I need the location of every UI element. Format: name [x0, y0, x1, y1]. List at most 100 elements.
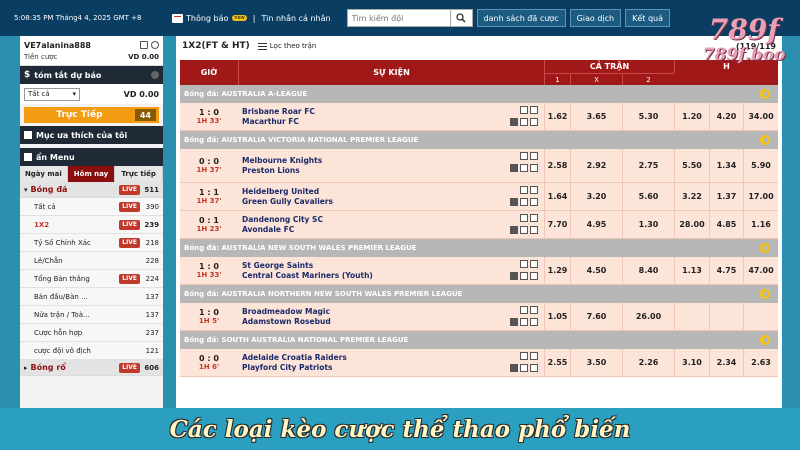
odds-cell[interactable]: 4.95 — [570, 211, 622, 238]
live-button[interactable]: Trực Tiếp 44 — [24, 107, 159, 123]
menu-header[interactable]: ẩn Menu — [20, 148, 163, 166]
odds-cell[interactable]: 17.00 — [743, 183, 778, 210]
tab-live[interactable]: Trực tiếp — [115, 166, 164, 182]
home-team[interactable]: Brisbane Roar FC — [242, 107, 315, 117]
home-team[interactable]: Melbourne Knights — [242, 156, 322, 166]
away-team[interactable]: Macarthur FC — [242, 117, 315, 127]
odds-cell[interactable]: 3.10 — [674, 349, 709, 376]
stats-icon[interactable] — [520, 186, 528, 194]
odds-cell[interactable]: 7.60 — [570, 303, 622, 330]
odds-cell[interactable]: 47.00 — [743, 257, 778, 284]
odds-cell[interactable]: 2.92 — [570, 149, 622, 182]
stats-icon[interactable] — [520, 106, 528, 114]
odds-cell[interactable]: 1.29 — [544, 257, 570, 284]
favorites-header[interactable]: Mục ưa thích của tôi — [20, 126, 163, 144]
tab-tomorrow[interactable]: Ngày mai — [20, 166, 68, 182]
odds-cell[interactable]: 1.16 — [743, 211, 778, 238]
odds-cell[interactable]: 26.00 — [622, 303, 674, 330]
market-1x2[interactable]: 1X2 LIVE 239 — [20, 216, 163, 234]
odds-cell[interactable]: 4.50 — [570, 257, 622, 284]
stats-icon[interactable] — [520, 352, 528, 360]
chart-icon[interactable] — [520, 198, 528, 206]
live-stats-icon[interactable] — [510, 364, 518, 372]
more-markets-icon[interactable] — [530, 198, 538, 206]
stats-icon[interactable] — [520, 306, 528, 314]
market-outright[interactable]: cược đội vô địch 121 — [20, 342, 163, 360]
odds-cell[interactable]: 4.20 — [709, 103, 743, 130]
away-team[interactable]: Preston Lions — [242, 166, 322, 176]
away-team[interactable]: Avondale FC — [242, 225, 323, 235]
transactions-button[interactable]: Giao dịch — [569, 9, 622, 27]
odds-cell[interactable]: 1.64 — [544, 183, 570, 210]
refresh-league-icon[interactable] — [760, 135, 770, 145]
odds-cell[interactable]: 5.90 — [743, 149, 778, 182]
home-team[interactable]: St George Saints — [242, 261, 373, 271]
odds-cell[interactable]: 3.22 — [674, 183, 709, 210]
odds-cell[interactable]: 3.50 — [570, 349, 622, 376]
more-markets-icon[interactable] — [530, 272, 538, 280]
home-team[interactable]: Dandenong City SC — [242, 215, 323, 225]
live-stats-icon[interactable] — [510, 198, 518, 206]
stats-icon[interactable] — [520, 152, 528, 160]
more-markets-icon[interactable] — [530, 118, 538, 126]
odds-cell[interactable]: 7.70 — [544, 211, 570, 238]
odds-cell[interactable]: 4.85 — [709, 211, 743, 238]
live-stats-icon[interactable] — [510, 318, 518, 326]
odds-cell[interactable]: 2.63 — [743, 349, 778, 376]
odds-cell[interactable]: 1.62 — [544, 103, 570, 130]
chart-icon[interactable] — [520, 318, 528, 326]
odds-cell[interactable]: 1.13 — [674, 257, 709, 284]
match-filter[interactable]: Lọc theo trận — [257, 42, 316, 50]
messages-link[interactable]: Tin nhắn cá nhân — [261, 14, 330, 23]
tv-icon[interactable] — [530, 106, 538, 114]
market-total-goals[interactable]: Tổng Bàn thắng LIVE 224 — [20, 270, 163, 288]
odds-cell[interactable]: 3.20 — [570, 183, 622, 210]
notice-link[interactable]: Thông báo new | Tin nhắn cá nhân — [172, 13, 331, 23]
tv-icon[interactable] — [530, 306, 538, 314]
search-button[interactable] — [450, 9, 473, 27]
odds-cell[interactable]: 2.58 — [544, 149, 570, 182]
more-markets-icon[interactable] — [530, 318, 538, 326]
tv-icon[interactable] — [530, 152, 538, 160]
chart-icon[interactable] — [520, 272, 528, 280]
chart-icon[interactable] — [520, 118, 528, 126]
chart-icon[interactable] — [520, 226, 528, 234]
market-parlay[interactable]: Cược hỗn hợp 237 — [20, 324, 163, 342]
sport-football[interactable]: ▾ Bóng đá LIVE 511 — [20, 182, 163, 198]
refresh-league-icon[interactable] — [760, 335, 770, 345]
away-team[interactable]: Playford City Patriots — [242, 363, 347, 373]
refresh-league-icon[interactable] — [760, 89, 770, 99]
odds-cell[interactable]: 4.75 — [709, 257, 743, 284]
market-correct-score[interactable]: Tỷ Số Chính Xác LIVE 218 — [20, 234, 163, 252]
away-team[interactable]: Central Coast Mariners (Youth) — [242, 271, 373, 281]
chart-icon[interactable] — [520, 364, 528, 372]
sport-basketball[interactable]: ▸ Bóng rổ LIVE 606 — [20, 360, 163, 376]
stats-icon[interactable] — [520, 214, 528, 222]
odds-cell[interactable]: 34.00 — [743, 103, 778, 130]
live-stats-icon[interactable] — [510, 226, 518, 234]
home-team[interactable]: Broadmeadow Magic — [242, 307, 331, 317]
results-button[interactable]: Kết quả — [625, 9, 671, 27]
market-odd-even[interactable]: Lẻ/Chẵn 228 — [20, 252, 163, 270]
tv-icon[interactable] — [530, 352, 538, 360]
tv-icon[interactable] — [530, 214, 538, 222]
bet-list-button[interactable]: danh sách đã cược — [476, 9, 566, 27]
search-input[interactable] — [346, 9, 451, 27]
more-markets-icon[interactable] — [530, 164, 538, 172]
chart-icon[interactable] — [520, 164, 528, 172]
away-team[interactable]: Adamstown Rosebud — [242, 317, 331, 327]
bet-filter-select[interactable]: Tất cả ▾ — [24, 87, 80, 101]
odds-cell[interactable]: 2.55 — [544, 349, 570, 376]
tv-icon[interactable] — [530, 186, 538, 194]
away-team[interactable]: Green Gully Cavaliers — [242, 197, 333, 207]
market-half-full[interactable]: Nửa trận / Toà... 137 — [20, 306, 163, 324]
stats-icon[interactable] — [520, 260, 528, 268]
odds-cell[interactable]: 2.26 — [622, 349, 674, 376]
odds-cell[interactable]: 5.60 — [622, 183, 674, 210]
tv-icon[interactable] — [530, 260, 538, 268]
odds-cell[interactable]: 1.05 — [544, 303, 570, 330]
mail-icon[interactable] — [140, 41, 148, 49]
odds-cell[interactable]: 1.30 — [622, 211, 674, 238]
refresh-icon[interactable] — [151, 41, 159, 49]
odds-cell[interactable]: 28.00 — [674, 211, 709, 238]
